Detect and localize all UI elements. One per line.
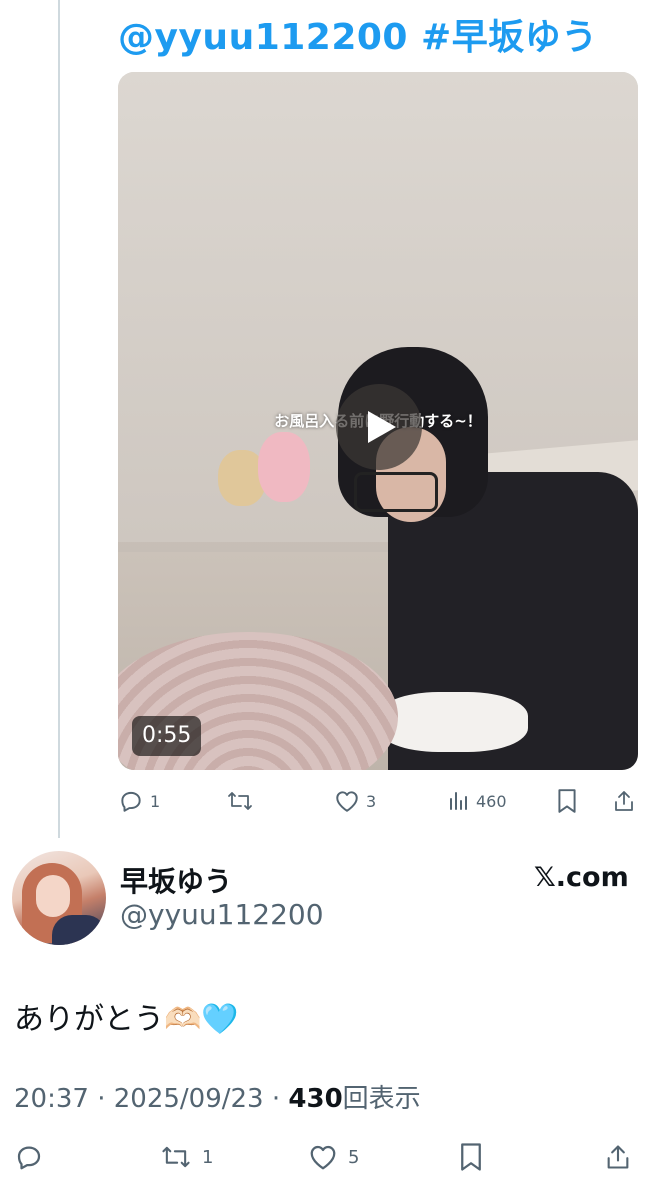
repost-action[interactable]: 1 bbox=[160, 1140, 213, 1174]
author-display-name[interactable]: 早坂ゆう bbox=[120, 860, 232, 900]
share-action[interactable] bbox=[612, 786, 636, 816]
video-player[interactable]: お風呂入る前に野行動する~！ 0:55 bbox=[118, 72, 638, 770]
heart-icon bbox=[336, 791, 358, 812]
tweet-view-label: 回表示 bbox=[342, 1084, 421, 1114]
video-scene-plush-toy bbox=[258, 432, 310, 502]
view-count: 460 bbox=[476, 791, 507, 811]
like-count: 3 bbox=[366, 791, 377, 811]
repost-action[interactable] bbox=[226, 786, 260, 816]
reply-action[interactable] bbox=[14, 1140, 54, 1174]
like-count: 5 bbox=[348, 1146, 360, 1168]
tweet-text: ありがとう🫶🏻🩵 bbox=[14, 1002, 239, 1037]
tweet-time[interactable]: 20:37 bbox=[14, 1084, 89, 1114]
like-action[interactable]: 3 bbox=[334, 786, 376, 816]
share-action[interactable] bbox=[604, 1140, 632, 1174]
tweet-metadata: 20:37 · 2025/09/23 · 430回表示 bbox=[14, 1078, 421, 1115]
reply-icon bbox=[17, 1146, 41, 1170]
share-icon bbox=[615, 791, 633, 811]
play-icon bbox=[368, 411, 396, 443]
tweet-view-count: 430 bbox=[288, 1084, 343, 1114]
avatar[interactable] bbox=[12, 851, 106, 945]
repost-count: 1 bbox=[202, 1146, 214, 1168]
mention-link[interactable]: @yyuu112200 bbox=[118, 17, 408, 58]
main-post-actions: 1 5 bbox=[0, 1140, 652, 1174]
video-duration-badge: 0:55 bbox=[132, 716, 202, 756]
reply-action[interactable]: 1 bbox=[118, 786, 160, 816]
video-scene-fur bbox=[378, 692, 528, 752]
repost-icon bbox=[162, 1146, 190, 1168]
thread-connector-line bbox=[58, 0, 60, 838]
heart-icon bbox=[310, 1145, 336, 1170]
meta-separator: · bbox=[97, 1084, 106, 1114]
tweet-date[interactable]: 2025/09/23 bbox=[114, 1084, 264, 1114]
repost-icon bbox=[228, 792, 252, 810]
source-logo-label: 𝕏.com bbox=[534, 862, 629, 893]
play-button[interactable] bbox=[336, 384, 422, 470]
reply-count: 1 bbox=[150, 791, 161, 811]
hashtag-link[interactable]: #早坂ゆう bbox=[421, 17, 598, 58]
bookmark-icon bbox=[558, 789, 576, 813]
reply-icon bbox=[121, 791, 141, 812]
meta-separator: · bbox=[271, 1084, 281, 1114]
bookmark-action[interactable] bbox=[556, 786, 578, 816]
avatar-face bbox=[36, 875, 70, 917]
author-handle[interactable]: @yyuu112200 bbox=[120, 898, 324, 931]
views-chart-icon bbox=[450, 792, 467, 810]
bookmark-icon bbox=[461, 1143, 481, 1171]
reply-mention-line: @yyuu112200 #早坂ゆう bbox=[118, 8, 598, 60]
like-action[interactable]: 5 bbox=[308, 1140, 359, 1174]
video-scene-glasses bbox=[354, 472, 438, 512]
avatar-clothing bbox=[52, 915, 106, 945]
quoted-post-actions: 1 3 460 bbox=[118, 786, 638, 816]
bookmark-action[interactable] bbox=[458, 1140, 484, 1174]
share-icon bbox=[607, 1145, 629, 1169]
views-action[interactable]: 460 bbox=[448, 786, 507, 816]
